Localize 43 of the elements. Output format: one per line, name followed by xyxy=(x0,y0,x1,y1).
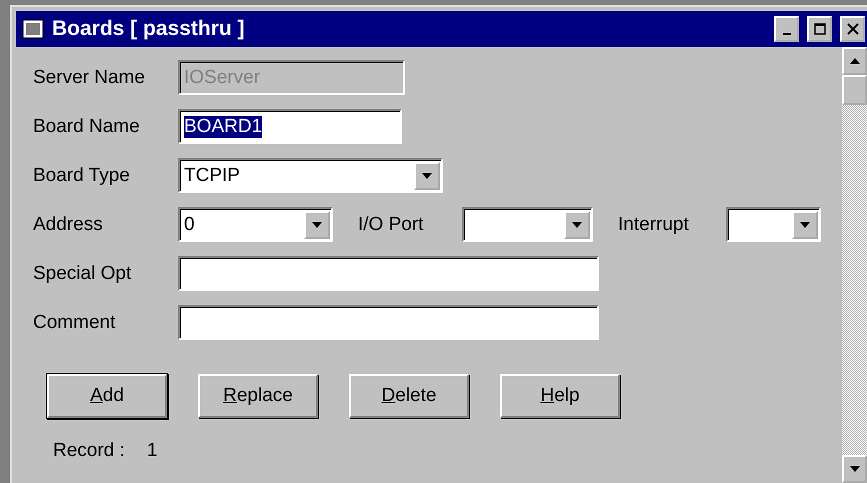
dropdown-arrow-icon xyxy=(800,222,810,228)
dialog-button[interactable]: Delete xyxy=(349,374,469,418)
close-button[interactable] xyxy=(840,16,865,42)
field-label: Comment xyxy=(33,312,116,334)
text-field[interactable] xyxy=(178,256,599,291)
dialog-button[interactable]: Help xyxy=(500,374,620,418)
field-label: I/O Port xyxy=(358,214,424,236)
field-label: Address xyxy=(33,214,104,236)
down-arrow-icon xyxy=(850,466,860,472)
dropdown-arrow-icon xyxy=(422,172,432,178)
dropdown-field[interactable] xyxy=(462,207,593,242)
field-label: Board Type xyxy=(33,164,131,186)
dropdown-button[interactable] xyxy=(304,210,330,238)
dropdown-field[interactable]: 0 xyxy=(178,207,333,242)
maximize-button[interactable] xyxy=(807,16,832,42)
maximize-icon xyxy=(814,23,826,35)
scroll-down-button[interactable] xyxy=(842,455,867,483)
window-title: Boards [ passthru ] xyxy=(52,17,246,41)
field-label: Server Name xyxy=(33,66,146,88)
dropdown-button[interactable] xyxy=(564,210,590,238)
dialog-button[interactable]: Replace xyxy=(198,374,318,418)
dropdown-arrow-icon xyxy=(572,222,582,228)
dropdown-arrow-icon xyxy=(312,222,322,228)
text-field[interactable] xyxy=(178,305,599,340)
dropdown-field[interactable]: TCPIP xyxy=(178,158,443,193)
field-label: Special Opt xyxy=(33,262,132,284)
dropdown-button[interactable] xyxy=(414,162,440,190)
field-label: Board Name xyxy=(33,116,141,138)
scroll-up-button[interactable] xyxy=(842,47,867,75)
minimize-button[interactable] xyxy=(774,16,799,42)
up-arrow-icon xyxy=(850,58,860,64)
scroll-thumb[interactable] xyxy=(842,75,867,105)
dropdown-button[interactable] xyxy=(792,210,818,238)
vertical-scrollbar[interactable] xyxy=(842,47,867,483)
record-number: 1 xyxy=(146,440,158,462)
minimize-icon xyxy=(782,33,790,35)
field-label: Interrupt xyxy=(618,214,690,236)
text-field[interactable]: BOARD1 xyxy=(178,109,402,144)
dialog-button[interactable]: Add xyxy=(47,374,167,418)
close-icon xyxy=(846,23,858,35)
record-label: Record : xyxy=(53,440,125,462)
window-icon xyxy=(22,19,44,39)
dropdown-field[interactable] xyxy=(726,207,821,242)
